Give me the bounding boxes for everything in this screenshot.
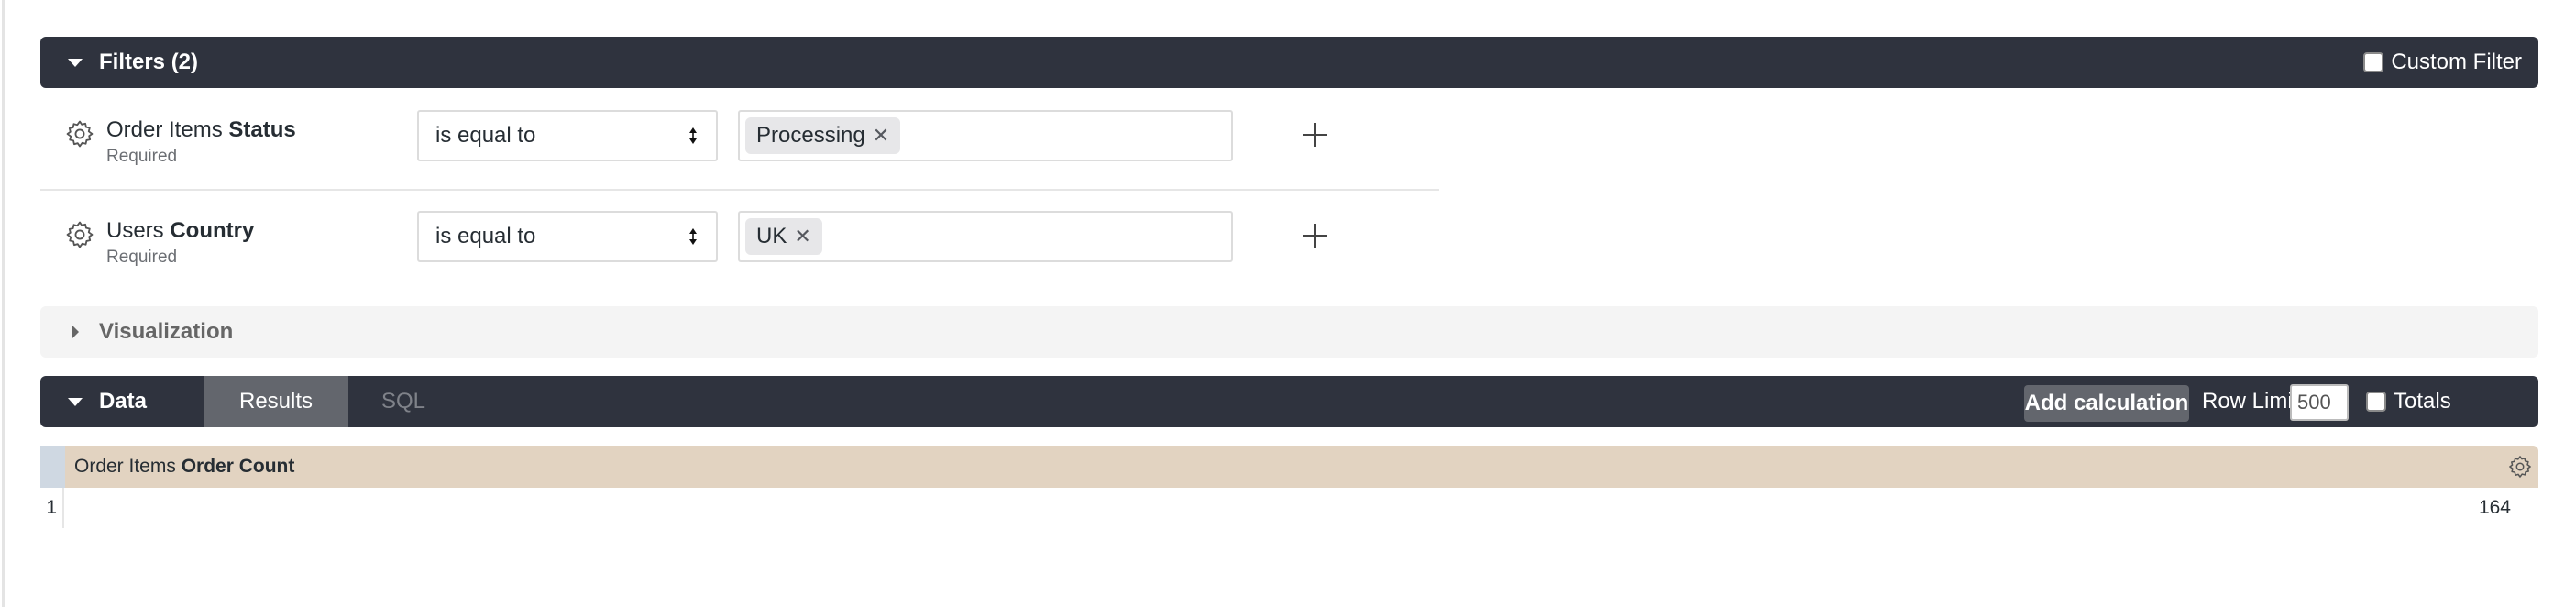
caret-down-icon[interactable] [68,59,83,67]
table-row: 1 164 [40,488,2538,528]
operator-value: is equal to [435,224,536,248]
row-limit-input[interactable]: 500 [2290,384,2349,421]
totals-checkbox[interactable] [2366,392,2386,412]
filter-value-input[interactable]: UK ✕ [738,211,1233,262]
plus-icon[interactable] [1303,123,1327,147]
updown-icon [689,127,697,144]
filter-value-input[interactable]: Processing ✕ [738,110,1233,161]
chip-label: UK [756,224,787,248]
custom-filter-toggle[interactable]: Custom Filter [2363,37,2522,88]
caret-right-icon[interactable] [72,325,79,339]
filter-field-name: Order Items Status [106,117,296,143]
left-border [2,0,5,607]
required-label: Required [106,147,178,166]
row-number: 1 [40,488,64,528]
field-name: Status [228,117,296,142]
column-view-name: Order Items [74,456,176,477]
column-field-name: Order Count [181,456,295,477]
row-number-header [40,446,65,488]
plus-icon[interactable] [1303,224,1327,248]
gear-icon[interactable] [64,118,95,149]
visualization-title: Visualization [99,319,234,344]
remove-chip-icon[interactable]: ✕ [873,126,889,146]
tab-results[interactable]: Results [204,376,348,427]
add-calculation-button[interactable]: Add calculation [2024,385,2189,422]
remove-chip-icon[interactable]: ✕ [794,226,810,247]
totals-toggle[interactable]: Totals [2366,376,2451,427]
operator-value: is equal to [435,123,536,148]
gear-icon[interactable] [2507,454,2533,480]
field-name: Country [170,218,255,243]
filter-row-status: Order Items Status Required is equal to … [40,88,1439,191]
results-table: Order Items Order Count 1 164 [40,446,2538,528]
field-view-name: Order Items [106,117,223,142]
custom-filter-checkbox[interactable] [2363,52,2384,72]
value-chip: Processing ✕ [745,117,901,154]
filter-row-country: Users Country Required is equal to UK ✕ [40,189,1439,290]
caret-down-icon[interactable] [68,398,83,406]
totals-label: Totals [2394,389,2451,414]
table-header-row: Order Items Order Count [40,446,2538,488]
filter-field-name: Users Country [106,218,254,244]
filters-header[interactable]: Filters (2) Custom Filter [40,37,2538,88]
column-header-order-count[interactable]: Order Items Order Count [65,446,2538,488]
data-title[interactable]: Data [99,376,147,427]
custom-filter-label: Custom Filter [2391,50,2522,74]
row-limit-label: Row Limit [2202,389,2299,414]
chip-label: Processing [756,123,865,148]
updown-icon [689,228,697,245]
operator-select[interactable]: is equal to [417,211,718,262]
gear-icon[interactable] [64,219,95,250]
operator-select[interactable]: is equal to [417,110,718,161]
field-view-name: Users [106,218,164,243]
value-chip: UK ✕ [745,218,822,255]
tab-sql[interactable]: SQL [348,376,458,427]
filters-title: Filters (2) [99,50,199,74]
data-header: Data Results SQL Add calculation Row Lim… [40,376,2538,427]
required-label: Required [106,248,178,267]
visualization-header[interactable]: Visualization [40,306,2538,358]
cell-order-count: 164 [2478,497,2511,518]
